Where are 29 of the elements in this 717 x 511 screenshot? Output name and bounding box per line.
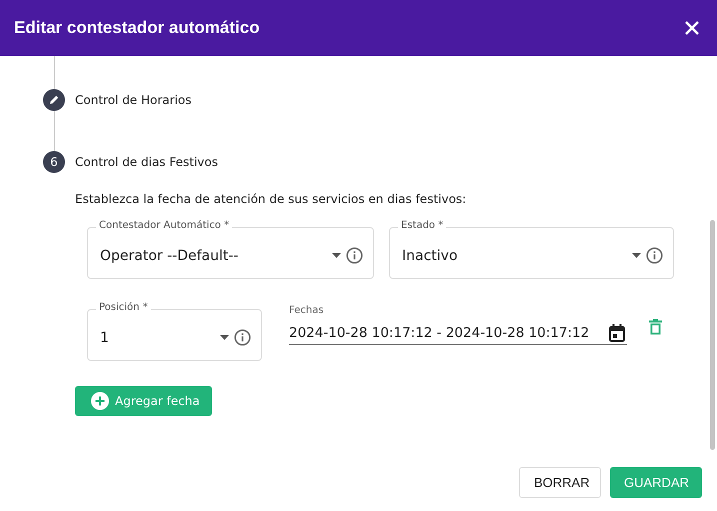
select-field[interactable]: Estado * Inactivo xyxy=(389,220,674,279)
field-label: Posición * xyxy=(96,302,151,313)
select-field[interactable]: Posición * 1 xyxy=(87,302,262,361)
clear-button[interactable]: BORRAR xyxy=(519,467,601,498)
step-number: 6 xyxy=(43,151,65,173)
field-label: Estado * xyxy=(398,220,446,231)
step-label: Control de dias Festivos xyxy=(75,155,218,169)
date-range-field[interactable]: 2024-10-28 10:17:12 - 2024-10-28 10:17:12 xyxy=(289,321,627,345)
field-value: Inactivo xyxy=(402,248,459,264)
dialog-title: Editar contestador automático xyxy=(14,18,260,38)
field-value: 1 xyxy=(100,330,110,346)
close-icon xyxy=(685,21,699,35)
caret-icon xyxy=(332,252,341,258)
field-label: Contestador Automático * xyxy=(96,220,232,231)
info-icon xyxy=(346,246,363,264)
plus-circle-icon xyxy=(91,392,109,410)
select-field[interactable]: Contestador Automático * Operator --Default-- xyxy=(87,220,374,279)
step-label: Control de Horarios xyxy=(75,93,192,107)
description-text: Establezca la fecha de atención de sus servicios en dias festivos: xyxy=(75,192,468,208)
info-icon xyxy=(234,328,251,346)
field-value: Operator --Default-- xyxy=(100,248,240,264)
calendar-icon[interactable] xyxy=(609,324,625,342)
scrollbar[interactable] xyxy=(710,220,715,450)
caret-icon xyxy=(632,252,641,258)
field-label: Fechas xyxy=(289,305,324,316)
caret-icon xyxy=(220,334,229,340)
trash-icon[interactable] xyxy=(649,319,662,335)
info-icon xyxy=(646,246,663,264)
pencil-icon xyxy=(43,89,65,111)
